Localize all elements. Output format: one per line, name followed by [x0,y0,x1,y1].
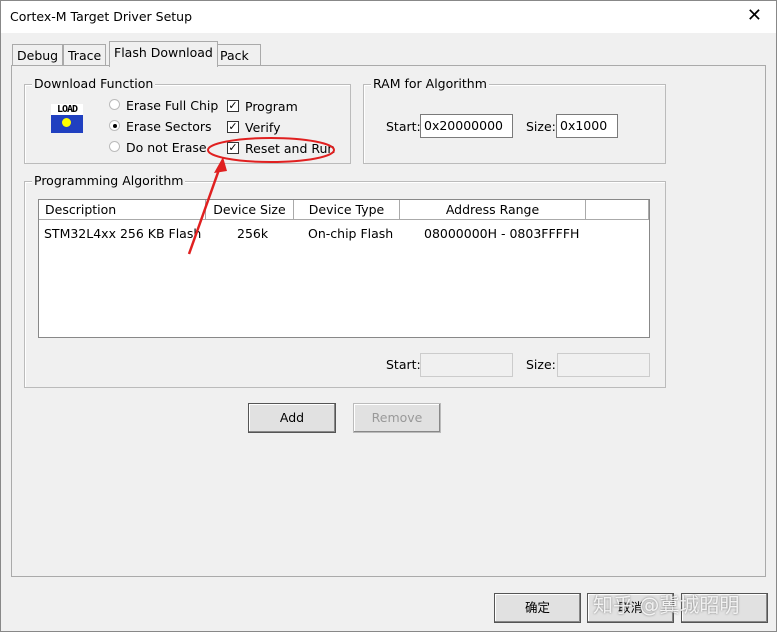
annotation-arrow [187,163,223,255]
highlight-ellipse [207,137,335,163]
watermark: 知乎 @冀城昭明 [593,593,740,617]
red-annotation [187,137,335,255]
arrow-head [214,157,227,173]
tab-flash-download[interactable]: Flash Download [109,41,218,67]
dialog-window: Cortex-M Target Driver Setup ✕ Debug Tra… [0,0,777,632]
